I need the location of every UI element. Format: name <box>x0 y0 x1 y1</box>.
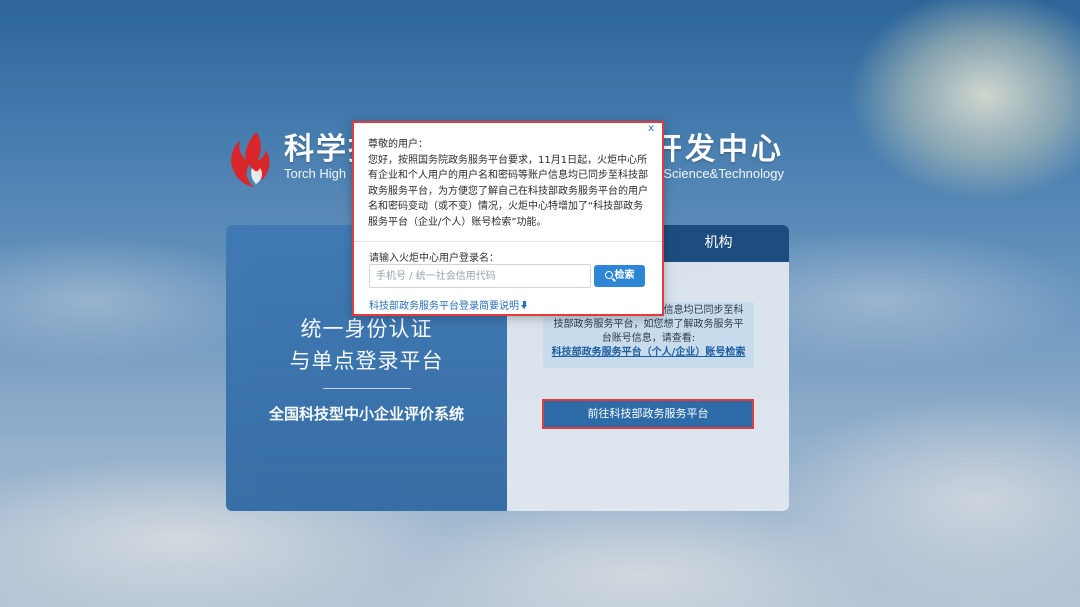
modal-greeting: 尊敬的用户： <box>368 139 428 150</box>
login-guide-label: 科技部政务服务平台登录简要说明 <box>369 301 519 312</box>
brand-name-en-tail: Science&Technology <box>663 166 784 181</box>
search-button-label: 检索 <box>614 270 635 281</box>
go-gov-platform-button[interactable]: 前往科技部政务服务平台 <box>542 399 754 429</box>
platform-title-line2: 与单点登录平台 <box>289 349 444 373</box>
modal-divider <box>354 241 662 242</box>
close-icon[interactable]: x <box>645 123 657 135</box>
brand-right: 开发中心 Science&Technology <box>652 132 784 181</box>
modal-message-text: 您好，按照国务院政务服务平台要求，11月1日起，火炬中心所有企业和个人用户的用户… <box>368 154 648 228</box>
title-divider <box>323 388 411 389</box>
search-button[interactable]: 检索 <box>594 265 645 287</box>
torch-logo-icon <box>231 132 270 187</box>
tab-organization[interactable]: 机构 <box>648 225 789 262</box>
account-lookup-modal: x 尊敬的用户： 您好，按照国务院政务服务平台要求，11月1日起，火炬中心所有企… <box>352 121 664 316</box>
lookup-input-label: 请输入火炬中心用户登录名： <box>369 253 499 264</box>
platform-title-line1: 统一身份认证 <box>300 317 433 341</box>
account-lookup-link[interactable]: 科技部政务服务平台（个人/企业）账号检索 <box>549 346 748 360</box>
lookup-input[interactable] <box>369 264 591 288</box>
download-icon <box>520 301 529 310</box>
brand-name-cn-tail: 开发中心 <box>652 132 784 167</box>
system-subtitle: 全国科技型中小企业评价系统 <box>268 405 464 423</box>
login-guide-link[interactable]: 科技部政务服务平台登录简要说明 <box>369 297 529 312</box>
search-icon <box>604 271 613 279</box>
modal-message: 尊敬的用户： 您好，按照国务院政务服务平台要求，11月1日起，火炬中心所有企业和… <box>368 137 651 230</box>
